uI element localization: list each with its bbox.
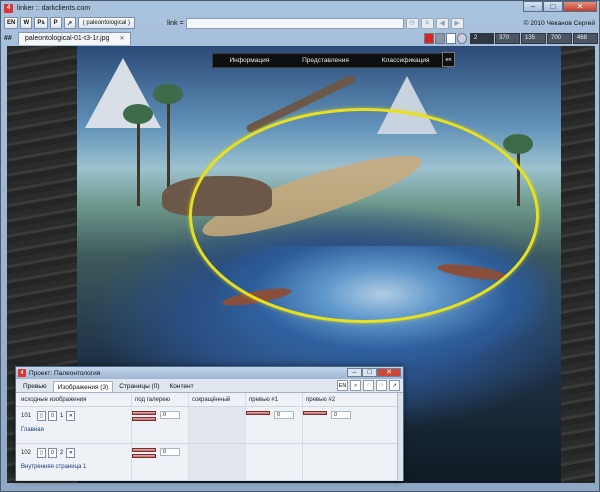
- frame-icon[interactable]: [446, 32, 456, 44]
- tab-close-icon[interactable]: ✕: [119, 35, 124, 42]
- grid-icon[interactable]: [435, 32, 445, 44]
- scrollbar[interactable]: [397, 393, 403, 481]
- title-bar: 4 linker :: darkclients.com – □ ✕: [1, 1, 599, 15]
- row-id: 102: [21, 450, 32, 456]
- ps-button[interactable]: Ps: [34, 17, 48, 29]
- tab-label: paleontological-01-t3-1r.jpg: [25, 35, 110, 42]
- thumbnail[interactable]: [132, 417, 156, 421]
- thumbnail[interactable]: [132, 448, 156, 452]
- copyright-text: © 2010 Чеканов Сергей: [523, 19, 595, 27]
- clear-icon[interactable]: ✕: [420, 17, 434, 29]
- column-header: превью #2: [302, 393, 359, 406]
- row-number: 2: [60, 450, 64, 456]
- thumbnail[interactable]: [246, 411, 270, 415]
- counter-value: 370: [495, 32, 520, 44]
- panel-maximize-button[interactable]: □: [362, 368, 377, 377]
- row-number: 1: [60, 413, 64, 419]
- images-grid: исходные изображения под галерею сокращё…: [16, 393, 403, 481]
- p-button[interactable]: P: [49, 17, 62, 29]
- count-field[interactable]: 0: [274, 411, 294, 419]
- zero-button[interactable]: 0: [48, 448, 57, 458]
- row-name[interactable]: Внутренняя страница 1: [21, 464, 131, 470]
- thumbnail[interactable]: [132, 454, 156, 458]
- thumbnail[interactable]: [132, 411, 156, 415]
- row-id: 101: [21, 413, 32, 419]
- redo-icon[interactable]: ↷: [376, 380, 387, 391]
- lang-button[interactable]: en: [442, 52, 455, 67]
- panel-title-bar: 4 Проект: Палеонтология – □ ✕: [16, 367, 403, 379]
- palm-tree: [123, 104, 153, 206]
- grid-header: исходные изображения под галерею сокращё…: [16, 393, 403, 407]
- en-button[interactable]: EN: [4, 17, 19, 29]
- undo-icon[interactable]: ↶: [363, 380, 374, 391]
- row-name[interactable]: Главная: [21, 427, 131, 433]
- zero-button[interactable]: 0: [48, 411, 57, 421]
- link-label: link =: [167, 19, 184, 27]
- toolbar: EN W Ps P ↗ ( paleontological ) link = ⟳…: [4, 16, 598, 30]
- tab-row: ## paleontological-01-t3-1r.jpg ✕ 2 370 …: [4, 31, 598, 45]
- tab-preview[interactable]: Превью: [19, 381, 51, 392]
- close-button[interactable]: ✕: [563, 1, 597, 12]
- count-field[interactable]: 0: [160, 411, 180, 419]
- column-header: исходные изображения: [21, 396, 87, 403]
- w-button[interactable]: W: [20, 17, 33, 29]
- site-nav: Информация Представления Классификация: [212, 53, 447, 68]
- project-panel: 4 Проект: Палеонтология – □ ✕ Превью Изо…: [15, 366, 404, 481]
- column-header: под галерею: [131, 393, 188, 406]
- file-icon[interactable]: ▯: [37, 448, 46, 458]
- app-window: 4 linker :: darkclients.com – □ ✕ EN W P…: [0, 0, 600, 492]
- minimize-button[interactable]: –: [523, 1, 543, 12]
- counter-value: 2: [470, 32, 494, 44]
- target-icon[interactable]: [457, 32, 467, 44]
- table-row[interactable]: 102 ▯ 0 2 ✕ Внутренняя страница 1 0: [16, 444, 403, 481]
- tab-image[interactable]: paleontological-01-t3-1r.jpg ✕: [18, 31, 132, 45]
- nav-item-classification[interactable]: Классификация: [382, 57, 430, 64]
- refresh-icon[interactable]: ⟳: [405, 17, 419, 29]
- file-icon[interactable]: ▯: [37, 411, 46, 421]
- project-button[interactable]: ( paleontological ): [77, 17, 136, 29]
- counter-value: 700: [547, 32, 572, 44]
- app-icon: 4: [4, 3, 13, 13]
- record-icon[interactable]: [424, 32, 434, 44]
- delete-icon[interactable]: ✕: [66, 448, 76, 458]
- window-title: linker :: darkclients.com: [17, 4, 91, 12]
- next-button[interactable]: >: [350, 380, 361, 391]
- panel-tabs: Превью Изображения (3) Страницы (0) Конт…: [16, 379, 403, 393]
- app-icon: 4: [18, 369, 26, 377]
- panel-title: Проект: Палеонтология: [29, 369, 101, 377]
- tab-images[interactable]: Изображения (3): [52, 381, 114, 392]
- panel-close-button[interactable]: ✕: [377, 368, 401, 377]
- table-row[interactable]: 101 ▯ 0 1 ✕ Главная 0 0 0: [16, 407, 403, 444]
- column-header: превью #1: [245, 393, 302, 406]
- export-icon[interactable]: ↗: [389, 380, 400, 391]
- column-header: сокращённый: [188, 393, 245, 406]
- nav-item-views[interactable]: Представления: [302, 57, 349, 64]
- tab-pages[interactable]: Страницы (0): [115, 381, 163, 392]
- en-button[interactable]: EN: [337, 380, 348, 391]
- tab-content[interactable]: Контент: [166, 381, 198, 392]
- count-field[interactable]: 0: [160, 448, 180, 456]
- count-field[interactable]: 0: [331, 411, 351, 419]
- counter-value: 468: [573, 32, 598, 44]
- counter-value: 135: [521, 32, 546, 44]
- back-icon[interactable]: ◀: [435, 17, 449, 29]
- maximize-button[interactable]: □: [543, 1, 563, 12]
- selection-ellipse[interactable]: [189, 108, 539, 323]
- stone-border-right: [561, 46, 595, 483]
- edit-icon[interactable]: ↗: [63, 17, 76, 29]
- panel-minimize-button[interactable]: –: [347, 368, 362, 377]
- delete-icon[interactable]: ✕: [66, 411, 76, 421]
- hash-label: ##: [4, 34, 12, 42]
- link-input[interactable]: [185, 17, 404, 29]
- thumbnail[interactable]: [303, 411, 327, 415]
- nav-item-info[interactable]: Информация: [229, 57, 269, 64]
- forward-icon[interactable]: ▶: [450, 17, 464, 29]
